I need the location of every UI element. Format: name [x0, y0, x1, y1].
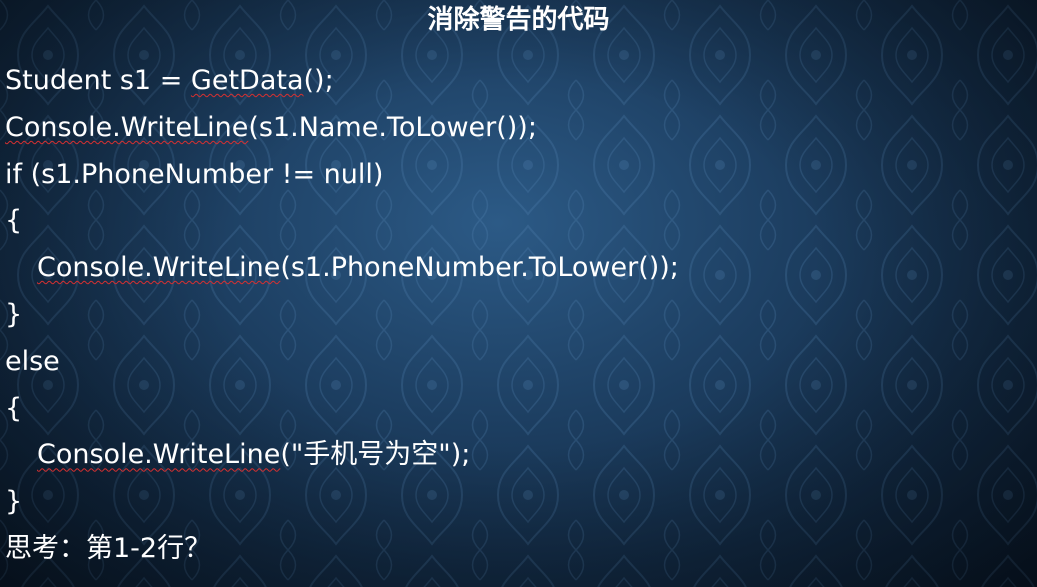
- code-text: }: [5, 298, 23, 330]
- question-text: 思考：第1-2行？: [5, 532, 212, 564]
- code-line: else: [5, 339, 679, 386]
- code-text: ("手机号为空");: [280, 439, 471, 471]
- warning-squiggle-text: Console.WriteLine: [37, 252, 281, 284]
- code-text: (s1.Name.ToLower());: [248, 111, 537, 143]
- code-line: if (s1.PhoneNumber != null): [5, 152, 679, 199]
- code-line: }: [5, 292, 679, 339]
- code-text: Student s1 =: [5, 65, 191, 96]
- code-line: Console.WriteLine(s1.PhoneNumber.ToLower…: [5, 245, 679, 292]
- code-text: if (s1.PhoneNumber != null): [5, 158, 384, 190]
- code-text: }: [5, 486, 23, 518]
- warning-squiggle-text: Console.WriteLine: [37, 439, 281, 471]
- warning-squiggle-text: Console.WriteLine: [5, 111, 249, 143]
- code-line: {: [5, 386, 679, 433]
- warning-squiggle-text: GetData: [190, 65, 304, 96]
- code-block: Student s1 = GetData(); Console.WriteLin…: [5, 58, 679, 573]
- code-line: }: [5, 479, 679, 526]
- code-line: Student s1 = GetData();: [5, 58, 679, 105]
- code-line: Console.WriteLine(s1.Name.ToLower());: [5, 105, 679, 152]
- slide-title: 消除警告的代码: [427, 5, 610, 35]
- code-text: {: [5, 205, 23, 237]
- code-text: (s1.PhoneNumber.ToLower());: [280, 252, 679, 284]
- presentation-slide: 消除警告的代码 Student s1 = GetData(); Console.…: [0, 0, 1037, 587]
- code-line: {: [5, 198, 679, 245]
- code-line: Console.WriteLine("手机号为空");: [5, 432, 679, 479]
- code-text: ();: [303, 65, 334, 96]
- code-text: else: [5, 345, 60, 377]
- code-text: {: [5, 392, 23, 424]
